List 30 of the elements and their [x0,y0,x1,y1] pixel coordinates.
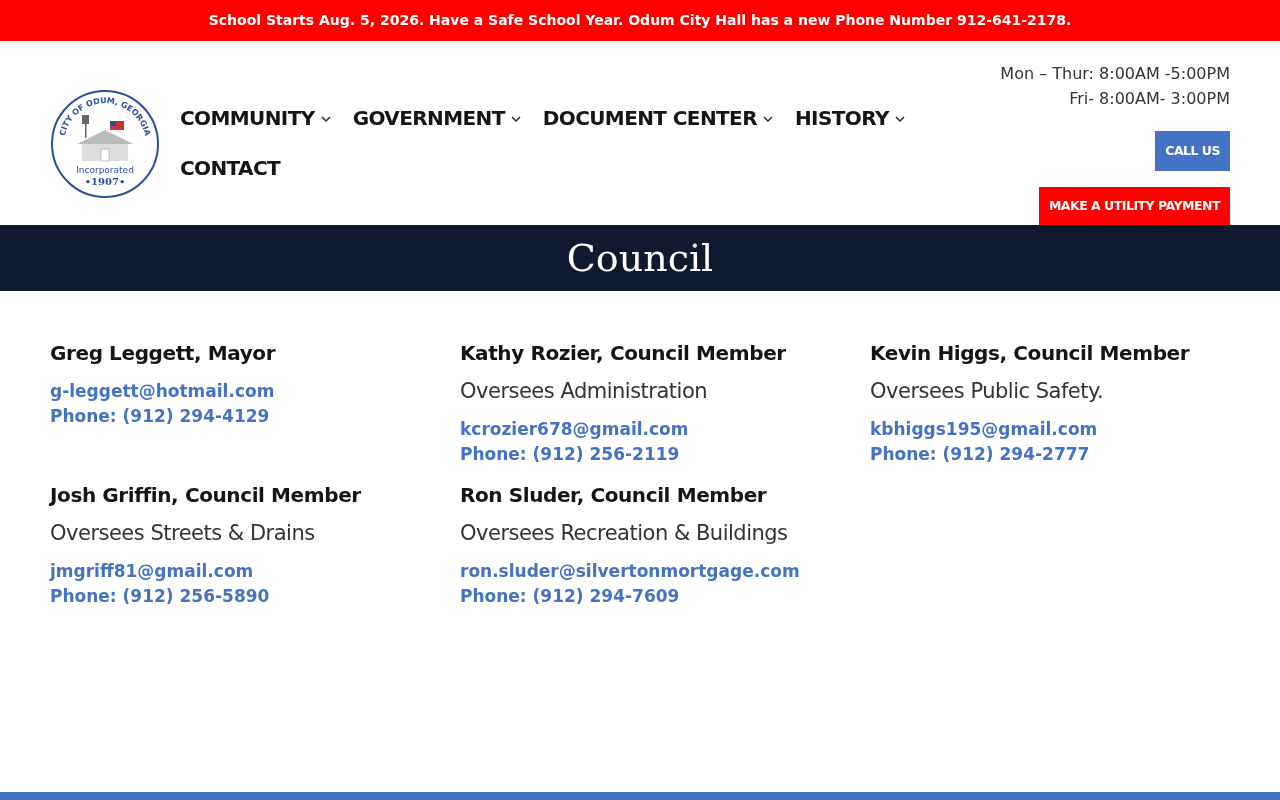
nav-link[interactable]: DOCUMENT CENTER [542,98,773,148]
office-hours: Fri- 8:00AM- 3:00PM [1069,88,1230,110]
member-role: Oversees Administration [460,379,708,403]
phone-link[interactable]: Phone: (912) 294-4129 [50,404,270,429]
office-hours: Mon – Thur: 8:00AM -5:00PM [1000,63,1230,85]
header-button[interactable]: CALL US [1155,131,1230,171]
phone-link[interactable]: Phone: (912) 294-2777 [870,442,1090,467]
nav-link[interactable]: GOVERNMENT [352,98,521,148]
email-link[interactable]: ron.sluder@silvertonmortgage.com [460,559,800,584]
member-name: Kevin Higgs, Council Member [870,341,1190,365]
member-name: Kathy Rozier, Council Member [460,341,786,365]
nav-link[interactable]: COMMUNITY [180,98,331,148]
email-link[interactable]: g-leggett@hotmail.com [50,379,275,404]
member-name: Ron Sluder, Council Member [460,483,767,507]
email-link[interactable]: kbhiggs195@gmail.com [870,417,1098,442]
member-role: Oversees Streets & Drains [50,521,315,545]
page-title: Council [566,236,714,280]
member-name: Greg Leggett, Mayor [50,341,276,365]
email-link[interactable]: jmgriff81@gmail.com [50,559,254,584]
phone-link[interactable]: Phone: (912) 294-7609 [460,584,680,609]
nav-link[interactable]: CONTACT [180,148,281,198]
nav-link[interactable]: HISTORY [794,98,905,148]
header-button[interactable]: MAKE A UTILITY PAYMENT [1038,186,1230,225]
member-name: Josh Griffin, Council Member [50,483,361,507]
phone-link[interactable]: Phone: (912) 256-2119 [460,442,680,467]
phone-link[interactable]: Phone: (912) 256-5890 [50,584,270,609]
member-role: Oversees Recreation & Buildings [460,521,788,545]
announcement-bar: School Starts Aug. 5, 2026. Have a Safe School Year. Odum City Hall has a new Phone Number 912-641-2178. [0,0,1280,41]
email-link[interactable]: kcrozier678@gmail.com [460,417,689,442]
member-role: Oversees Public Safety. [870,379,1104,403]
